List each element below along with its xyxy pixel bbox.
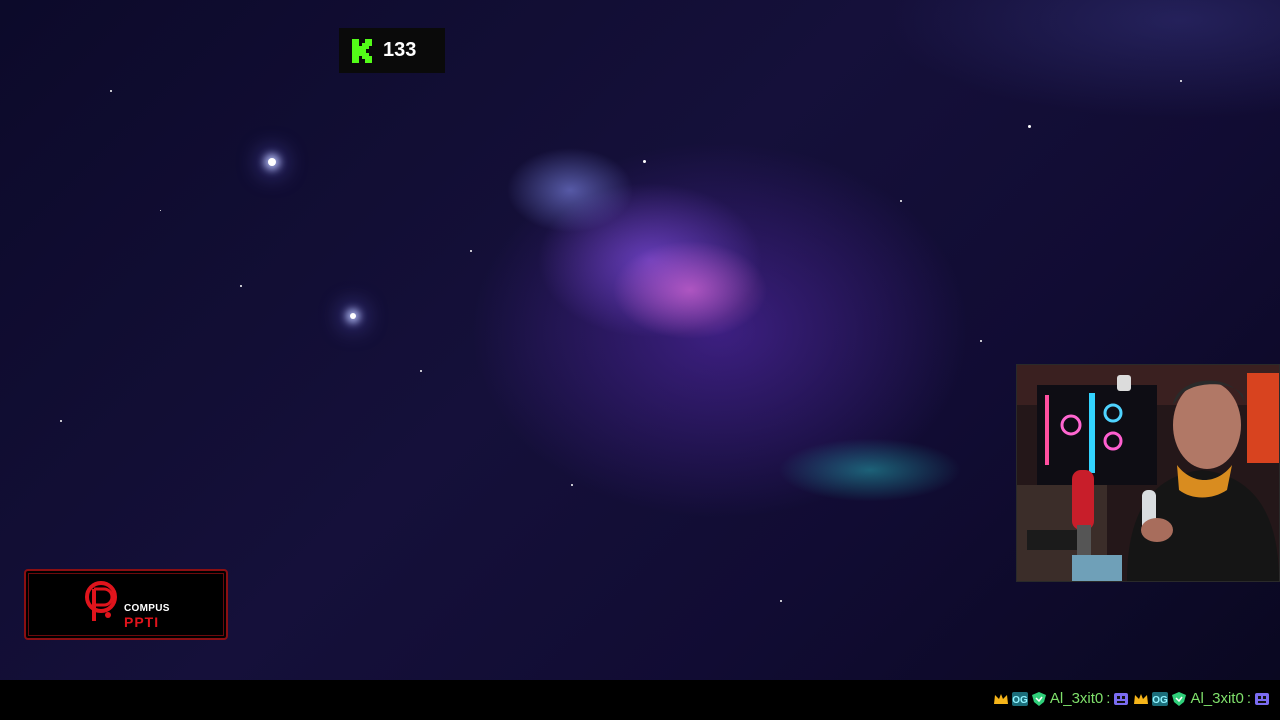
emote-icon [1114,692,1129,705]
crown-badge-icon [993,693,1008,704]
star [900,200,902,202]
star [240,285,242,287]
star [980,340,982,342]
sponsor-logo-panel: COMPUS PPTI [24,569,228,640]
sponsor-name-line1: COMPUS [124,603,170,614]
chat-username[interactable]: Al_3xit0 [1050,690,1103,707]
bright-star [268,158,276,166]
kick-logo-icon [352,38,372,63]
chat-message: OG Al_3xit0: [1133,690,1270,707]
chat-separator: : [1246,690,1251,707]
shield-badge-icon [1031,691,1046,706]
star [420,370,422,372]
og-badge-icon: OG [1152,691,1169,706]
emote-icon [1255,692,1269,705]
star [1180,80,1182,82]
star [470,250,472,252]
chat-ticker: OG Al_3xit0: OG Al_3xit0: [993,690,1270,707]
star [160,210,161,211]
viewer-count-badge: 133 [339,28,445,73]
star [571,484,573,486]
chat-ticker-bar: OG Al_3xit0: OG Al_3xit0: [0,680,1280,720]
webcam-feed [1016,364,1280,582]
star [1028,125,1031,128]
compus-ppti-logo-icon [85,581,117,621]
svg-text:OG: OG [1153,695,1169,706]
svg-text:OG: OG [1012,695,1028,706]
chat-username[interactable]: Al_3xit0 [1190,690,1243,707]
star [60,420,62,422]
bright-star [350,313,356,319]
chat-message: OG Al_3xit0: [993,690,1130,707]
star [110,90,112,92]
viewer-count: 133 [383,39,417,61]
og-badge-icon: OG [1011,691,1028,706]
webcam-scene-illustration [1017,365,1279,581]
crown-badge-icon [1134,693,1149,704]
sponsor-name-line2: PPTI [124,614,160,630]
chat-separator: : [1106,690,1111,707]
shield-badge-icon [1172,691,1187,706]
star [643,160,646,163]
star [780,600,782,602]
